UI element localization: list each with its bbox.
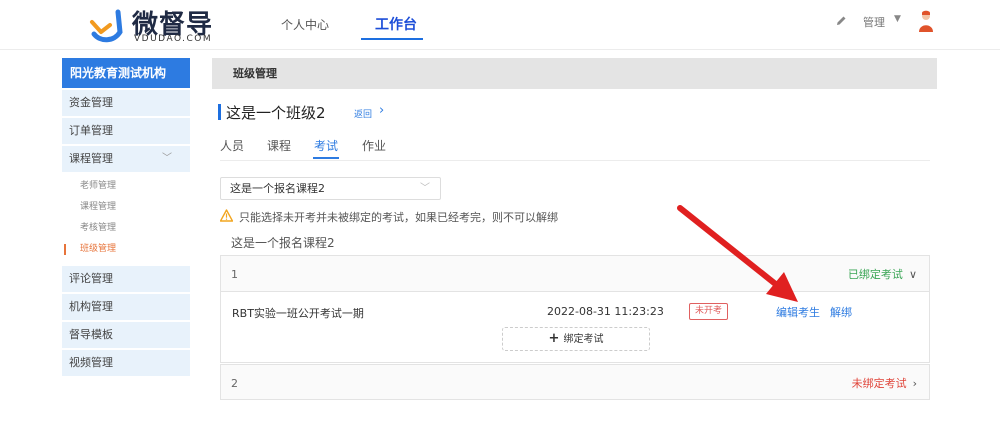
sidebar-item-courses[interactable]: 课程管理 ﹀ bbox=[62, 146, 190, 172]
sidebar-item-label: 订单管理 bbox=[69, 124, 113, 137]
bind-exam-label: 绑定考试 bbox=[563, 334, 604, 345]
nav-active-underline bbox=[361, 38, 423, 40]
nav-workbench[interactable]: 工作台 bbox=[375, 14, 417, 34]
tab-members[interactable]: 人员 bbox=[220, 137, 244, 154]
tab-homework[interactable]: 作业 bbox=[362, 137, 386, 154]
pencil-icon[interactable] bbox=[834, 14, 848, 28]
chevron-down-icon: ﹀ bbox=[162, 153, 172, 164]
edit-examinees-link[interactable]: 编辑考生 bbox=[776, 304, 820, 320]
course-select-value: 这是一个报名课程2 bbox=[230, 182, 325, 195]
sidebar-item-label: 评论管理 bbox=[69, 272, 113, 285]
exam-group-header[interactable]: 1 已绑定考试 ∨ bbox=[220, 255, 930, 292]
chevron-down-icon: ﹀ bbox=[420, 183, 430, 194]
sidebar-item-label: 视频管理 bbox=[69, 356, 113, 369]
sidebar: 阳光教育测试机构 资金管理 订单管理 课程管理 ﹀ 老师管理 课程管理 考核管理… bbox=[62, 58, 190, 376]
exam-group-header[interactable]: 2 未绑定考试 › bbox=[220, 364, 930, 400]
exam-time: 2022-08-31 11:23:23 bbox=[547, 305, 664, 318]
group-status: 已绑定考试 ∨ bbox=[848, 266, 917, 282]
chevron-right-icon: › bbox=[912, 377, 917, 390]
sidebar-item-comments[interactable]: 评论管理 bbox=[62, 266, 190, 292]
chevron-right-icon[interactable]: › bbox=[379, 103, 384, 118]
group-status-text: 未绑定考试 bbox=[851, 377, 907, 390]
logo-mark-icon bbox=[90, 9, 123, 43]
user-avatar-icon[interactable] bbox=[917, 10, 935, 34]
status-badge: 未开考 bbox=[689, 303, 729, 320]
sidebar-item-label: 机构管理 bbox=[69, 300, 113, 313]
course-name-heading: 这是一个报名课程2 bbox=[231, 236, 335, 250]
title-accent-bar bbox=[218, 104, 221, 120]
course-submenu: 老师管理 课程管理 考核管理 班级管理 bbox=[62, 172, 190, 264]
logo[interactable]: 微督导 VDUDAO.COM bbox=[88, 6, 218, 46]
group-status-text: 已绑定考试 bbox=[847, 268, 903, 281]
caret-down-icon[interactable]: ▼ bbox=[894, 14, 901, 24]
sidebar-subitem-assessments[interactable]: 考核管理 bbox=[62, 218, 190, 239]
sidebar-subitem-classes[interactable]: 班级管理 bbox=[62, 239, 190, 260]
plus-icon: + bbox=[548, 331, 560, 346]
unbind-link[interactable]: 解绑 bbox=[830, 304, 852, 320]
sidebar-item-supervision-templates[interactable]: 督导模板 bbox=[62, 322, 190, 348]
nav-personal-center[interactable]: 个人中心 bbox=[281, 16, 329, 33]
sidebar-item-label: 资金管理 bbox=[69, 96, 113, 109]
course-select[interactable]: 这是一个报名课程2 ﹀ bbox=[220, 177, 441, 200]
chevron-down-icon: ∨ bbox=[908, 268, 917, 281]
sidebar-item-label: 督导模板 bbox=[69, 328, 113, 341]
tab-courses[interactable]: 课程 bbox=[267, 137, 291, 154]
tab-exams[interactable]: 考试 bbox=[314, 137, 338, 154]
group-index: 2 bbox=[231, 377, 238, 390]
admin-menu-label[interactable]: 管理 bbox=[863, 14, 885, 30]
org-title: 阳光教育测试机构 bbox=[62, 58, 190, 88]
warning-icon bbox=[220, 209, 233, 222]
sidebar-subitem-courses[interactable]: 课程管理 bbox=[62, 197, 190, 218]
warning-text: 只能选择未开考并未被绑定的考试，如果已经考完，则不可以解绑 bbox=[239, 211, 558, 224]
sidebar-item-orders[interactable]: 订单管理 bbox=[62, 118, 190, 144]
bind-exam-button[interactable]: + 绑定考试 bbox=[502, 327, 650, 351]
sidebar-item-institution[interactable]: 机构管理 bbox=[62, 294, 190, 320]
logo-subtitle: VDUDAO.COM bbox=[134, 34, 213, 44]
breadcrumb: 班级管理 bbox=[212, 58, 937, 89]
sidebar-item-videos[interactable]: 视频管理 bbox=[62, 350, 190, 376]
top-header: 微督导 VDUDAO.COM 个人中心 工作台 管理 ▼ bbox=[0, 0, 1000, 50]
exam-group-body: RBT实验一班公开考试一期 2022-08-31 11:23:23 未开考 编辑… bbox=[220, 292, 930, 363]
group-status: 未绑定考试 › bbox=[852, 375, 917, 391]
group-index: 1 bbox=[231, 268, 238, 281]
sidebar-item-label: 课程管理 bbox=[69, 152, 113, 165]
exam-name: RBT实验一班公开考试一期 bbox=[232, 307, 364, 320]
tab-active-underline bbox=[313, 157, 339, 159]
back-link[interactable]: 返回 bbox=[354, 107, 372, 120]
page-title: 这是一个班级2 bbox=[226, 104, 326, 122]
sidebar-item-funds[interactable]: 资金管理 bbox=[62, 90, 190, 116]
sidebar-subitem-teachers[interactable]: 老师管理 bbox=[62, 176, 190, 197]
